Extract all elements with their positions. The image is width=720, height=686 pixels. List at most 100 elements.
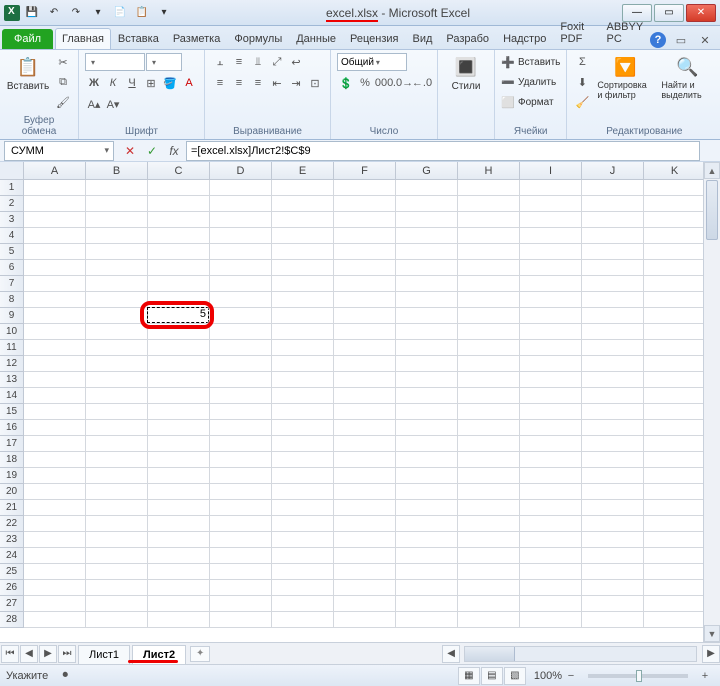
column-header-I[interactable]: I — [520, 162, 582, 180]
cell-D22[interactable] — [210, 516, 272, 532]
align-middle-icon[interactable]: ≡ — [230, 53, 248, 71]
cell-J13[interactable] — [582, 372, 644, 388]
fill-icon[interactable]: ⬇ — [573, 73, 591, 91]
cell-K14[interactable] — [644, 388, 706, 404]
maximize-button[interactable]: ▭ — [654, 4, 684, 22]
cell-G8[interactable] — [396, 292, 458, 308]
cell-C9[interactable]: 5 — [148, 308, 210, 324]
cell-D13[interactable] — [210, 372, 272, 388]
cell-H5[interactable] — [458, 244, 520, 260]
cell-B8[interactable] — [86, 292, 148, 308]
cell-G27[interactable] — [396, 596, 458, 612]
cell-F3[interactable] — [334, 212, 396, 228]
insert-function-icon[interactable]: fx — [164, 141, 184, 161]
cell-B17[interactable] — [86, 436, 148, 452]
cell-I6[interactable] — [520, 260, 582, 276]
cell-A4[interactable] — [24, 228, 86, 244]
cell-J28[interactable] — [582, 612, 644, 628]
vscroll-thumb[interactable] — [706, 180, 718, 240]
cell-F22[interactable] — [334, 516, 396, 532]
cell-G20[interactable] — [396, 484, 458, 500]
cell-E8[interactable] — [272, 292, 334, 308]
comma-icon[interactable]: 000 — [375, 74, 393, 92]
cell-D25[interactable] — [210, 564, 272, 580]
row-header-24[interactable]: 24 — [0, 548, 24, 564]
first-sheet-icon[interactable]: ⏮ — [1, 645, 19, 663]
cell-H26[interactable] — [458, 580, 520, 596]
cell-B28[interactable] — [86, 612, 148, 628]
border-icon[interactable]: ⊞ — [142, 74, 160, 92]
decrease-decimal-icon[interactable]: ←.0 — [413, 74, 431, 92]
cell-G10[interactable] — [396, 324, 458, 340]
format-painter-icon[interactable]: 🖌 — [54, 93, 72, 111]
cell-E17[interactable] — [272, 436, 334, 452]
paste-button[interactable]: 📋 Вставить — [6, 53, 50, 94]
cell-F8[interactable] — [334, 292, 396, 308]
cell-I26[interactable] — [520, 580, 582, 596]
prev-sheet-icon[interactable]: ◀ — [20, 645, 38, 663]
enter-formula-icon[interactable]: ✓ — [142, 141, 162, 161]
cell-H12[interactable] — [458, 356, 520, 372]
cell-A2[interactable] — [24, 196, 86, 212]
cell-F21[interactable] — [334, 500, 396, 516]
horizontal-scrollbar[interactable] — [464, 646, 697, 662]
cell-J3[interactable] — [582, 212, 644, 228]
cell-D11[interactable] — [210, 340, 272, 356]
cell-I1[interactable] — [520, 180, 582, 196]
cell-H7[interactable] — [458, 276, 520, 292]
cell-J27[interactable] — [582, 596, 644, 612]
cell-K7[interactable] — [644, 276, 706, 292]
cell-E19[interactable] — [272, 468, 334, 484]
font-color-icon[interactable]: A — [180, 74, 198, 92]
cell-E18[interactable] — [272, 452, 334, 468]
cell-C12[interactable] — [148, 356, 210, 372]
cell-B10[interactable] — [86, 324, 148, 340]
cell-E7[interactable] — [272, 276, 334, 292]
row-header-23[interactable]: 23 — [0, 532, 24, 548]
cell-B14[interactable] — [86, 388, 148, 404]
row-header-14[interactable]: 14 — [0, 388, 24, 404]
cell-J16[interactable] — [582, 420, 644, 436]
cell-G11[interactable] — [396, 340, 458, 356]
row-header-10[interactable]: 10 — [0, 324, 24, 340]
cell-D1[interactable] — [210, 180, 272, 196]
cell-K15[interactable] — [644, 404, 706, 420]
cell-K9[interactable] — [644, 308, 706, 324]
insert-cells-button[interactable]: ➕Вставить — [501, 53, 560, 71]
cell-K23[interactable] — [644, 532, 706, 548]
cell-H23[interactable] — [458, 532, 520, 548]
cell-C23[interactable] — [148, 532, 210, 548]
cell-G15[interactable] — [396, 404, 458, 420]
cell-I3[interactable] — [520, 212, 582, 228]
cell-C25[interactable] — [148, 564, 210, 580]
find-select-button[interactable]: 🔍 Найти и выделить — [659, 53, 715, 103]
number-format-select[interactable]: Общий — [337, 53, 407, 71]
hscroll-thumb[interactable] — [465, 647, 515, 661]
cell-I9[interactable] — [520, 308, 582, 324]
cell-C6[interactable] — [148, 260, 210, 276]
cell-C7[interactable] — [148, 276, 210, 292]
cell-A3[interactable] — [24, 212, 86, 228]
cell-F23[interactable] — [334, 532, 396, 548]
cell-I13[interactable] — [520, 372, 582, 388]
cell-J12[interactable] — [582, 356, 644, 372]
row-header-2[interactable]: 2 — [0, 196, 24, 212]
cell-E11[interactable] — [272, 340, 334, 356]
column-header-K[interactable]: K — [644, 162, 706, 180]
cell-F28[interactable] — [334, 612, 396, 628]
cell-A17[interactable] — [24, 436, 86, 452]
cell-D24[interactable] — [210, 548, 272, 564]
cell-A14[interactable] — [24, 388, 86, 404]
row-header-9[interactable]: 9 — [0, 308, 24, 324]
align-top-icon[interactable]: ⫠ — [211, 53, 229, 71]
cell-G23[interactable] — [396, 532, 458, 548]
cell-C20[interactable] — [148, 484, 210, 500]
cell-B23[interactable] — [86, 532, 148, 548]
cell-D18[interactable] — [210, 452, 272, 468]
cell-B20[interactable] — [86, 484, 148, 500]
cell-G2[interactable] — [396, 196, 458, 212]
decrease-font-icon[interactable]: A▾ — [104, 95, 122, 113]
decrease-indent-icon[interactable]: ⇤ — [268, 74, 286, 92]
cell-D9[interactable] — [210, 308, 272, 324]
cell-B18[interactable] — [86, 452, 148, 468]
